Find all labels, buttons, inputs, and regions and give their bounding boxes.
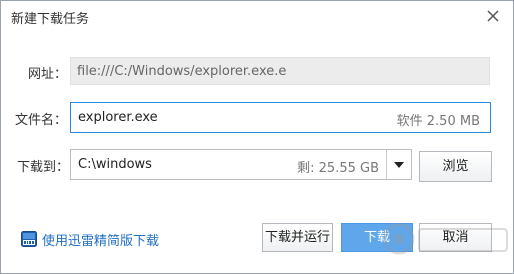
close-icon[interactable]	[483, 6, 503, 26]
cancel-button[interactable]: 取消	[419, 223, 492, 252]
download-and-run-button[interactable]: 下载并运行	[262, 223, 333, 252]
free-space: 剩: 25.55 GB	[297, 161, 379, 176]
browse-button[interactable]: 浏览	[419, 151, 492, 182]
dropdown-button[interactable]	[387, 150, 411, 179]
filename-field[interactable]: explorer.exe 软件 2.50 MB	[70, 102, 491, 133]
url-label: 网址：	[28, 67, 68, 82]
download-button[interactable]: 下载	[341, 223, 413, 252]
url-value: file:///C:/Windows/explorer.exe.e	[77, 64, 287, 79]
save-to-field[interactable]: C:\windows 剩: 25.55 GB	[70, 149, 412, 180]
filename-value: explorer.exe	[78, 110, 158, 125]
filename-label: 文件名：	[15, 113, 68, 128]
lite-download-label: 使用迅雷精简版下载	[42, 234, 160, 249]
new-download-dialog: 新建下载任务 网址： file:///C:/Windows/explorer.e…	[0, 0, 514, 274]
url-field: file:///C:/Windows/explorer.exe.e	[70, 57, 490, 85]
save-to-label: 下载到：	[17, 160, 70, 175]
caret-down-icon	[394, 162, 404, 168]
file-type-size: 软件 2.50 MB	[396, 114, 480, 129]
title-bar: 新建下载任务	[1, 1, 513, 33]
dialog-title: 新建下载任务	[11, 12, 90, 27]
xunlei-lite-icon	[21, 231, 37, 247]
save-to-value: C:\windows	[78, 157, 152, 172]
